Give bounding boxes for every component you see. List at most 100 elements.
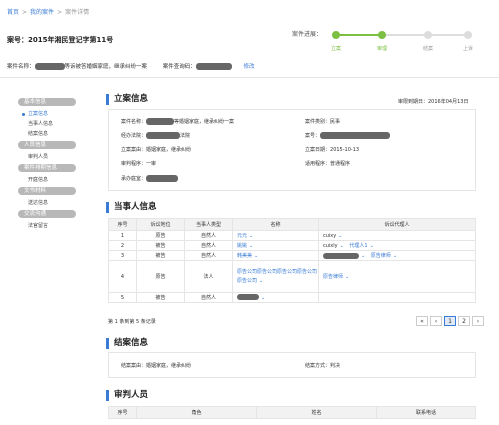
cell-no: 3	[108, 250, 137, 261]
breadcrumb-my-cases[interactable]: 我的案件	[30, 9, 54, 16]
chevron-down-icon[interactable]: ⌄	[338, 233, 342, 239]
redacted-block	[195, 63, 232, 70]
category-value: 民事	[330, 119, 341, 125]
col-name: 姓名	[256, 406, 377, 419]
closing-method-label: 结案方式：	[305, 363, 331, 369]
progress-line-3	[426, 34, 466, 36]
judges-table: 序号 角色 姓名 联系电话	[108, 406, 476, 419]
category-label: 案件类别：	[305, 119, 331, 125]
breadcrumb: 首页 > 我的案件 > 案件详情	[7, 7, 92, 16]
parties-section-title: 当事人信息	[106, 202, 157, 213]
table-row: 2 被告 自然人 姚姚 ⌄ cuixly ⌄ 代理人1 ⌄	[108, 240, 476, 251]
progress-line-1	[334, 34, 380, 36]
judges-section-title: 审判人员	[106, 390, 148, 401]
applicable-procedure-value: 普通程序	[330, 161, 351, 167]
chevron-down-icon[interactable]: ⌄	[249, 243, 253, 249]
chevron-down-icon[interactable]: ⌄	[370, 243, 374, 249]
sidebar-section-basic: 基本信息	[18, 98, 76, 106]
pager-page-2[interactable]: 2	[458, 316, 470, 326]
progress-step-closed: 结案	[422, 46, 433, 52]
divider	[0, 77, 499, 78]
pager-page-1[interactable]: 1	[444, 316, 456, 326]
records-summary: 第 1 条到第 5 条记录	[108, 319, 156, 325]
redacted-block	[323, 252, 359, 259]
sidebar-item-judges[interactable]: 审判人员	[18, 152, 76, 162]
col-no: 序号	[108, 406, 137, 419]
redacted-block	[320, 132, 391, 139]
progress-step-appeal: 上诉	[462, 46, 473, 52]
cell-type: 自然人	[184, 292, 233, 303]
col-type: 当事人类型	[184, 218, 233, 231]
filing-cause-value: 婚姻家庭，继承纠纷	[146, 147, 192, 153]
progress-dot-closed	[424, 31, 432, 39]
cell-role: 被告	[136, 292, 185, 303]
filing-caseno-label: 案号：	[305, 133, 321, 139]
progress-line-2	[380, 34, 426, 36]
chevron-down-icon[interactable]: ⌄	[393, 253, 397, 259]
cell-role: 原告	[136, 260, 185, 293]
progress-dot-appeal	[464, 31, 472, 39]
chevron-down-icon[interactable]: ⌄	[345, 274, 349, 280]
agent-name-link[interactable]: 原告律师	[323, 274, 343, 280]
pager-first[interactable]: «	[416, 316, 428, 326]
agent-name-link[interactable]: 原告律师	[371, 253, 391, 259]
progress-dot-filing	[332, 31, 340, 39]
sidebar-item-filing[interactable]: 立案信息	[18, 109, 76, 119]
filing-section-title: 立案信息	[106, 94, 148, 105]
chevron-down-icon[interactable]: ⌄	[361, 253, 365, 259]
party-name-link[interactable]: 韩美美	[237, 253, 252, 259]
closing-cause-label: 结案案由：	[121, 363, 147, 369]
cell-no: 4	[108, 260, 137, 293]
filing-case-name-label: 案件名称：	[121, 119, 147, 125]
table-row: 1 原告 自然人 元元 ⌄ cuixy ⌄	[108, 230, 476, 241]
applicable-procedure-label: 适用程序：	[305, 161, 331, 167]
breadcrumb-current: 案件详情	[65, 9, 90, 16]
col-agent: 诉讼代理人	[318, 218, 476, 231]
progress-step-trial: 审理	[376, 46, 387, 52]
filing-date-value: 2015-10-13	[330, 147, 360, 153]
progress-dot-trial	[378, 31, 386, 39]
chevron-down-icon[interactable]: ⌄	[340, 243, 344, 249]
table-row: 5 被告 自然人 ⌄	[108, 292, 476, 303]
pager-prev[interactable]: ‹	[430, 316, 442, 326]
sidebar-item-hearing[interactable]: 开庭信息	[18, 175, 76, 185]
col-name: 名称	[232, 218, 319, 231]
sidebar-item-parties[interactable]: 当事人信息	[18, 119, 76, 129]
cell-no: 2	[108, 240, 137, 251]
cell-no: 1	[108, 230, 137, 241]
party-name-link[interactable]: 元元	[237, 233, 247, 239]
sidebar-section-communication: 交流沟通	[18, 210, 76, 218]
modify-link[interactable]: 修改	[244, 64, 255, 70]
review-deadline: 审限到期日：2016年04月13日	[398, 99, 469, 105]
chevron-down-icon[interactable]: ⌄	[249, 233, 253, 239]
cell-type: 自然人	[184, 240, 233, 251]
party-name-link[interactable]: 姚姚	[237, 243, 247, 249]
sidebar-item-messages[interactable]: 法官留言	[18, 221, 76, 231]
chevron-down-icon[interactable]: ⌄	[254, 253, 258, 259]
breadcrumb-home[interactable]: 首页	[7, 9, 19, 16]
closing-info-box: 结案案由：婚姻家庭，继承纠纷 结案方式：判决	[108, 352, 476, 378]
cell-type: 自然人	[184, 230, 233, 241]
col-no: 序号	[108, 218, 137, 231]
redacted-block	[146, 132, 181, 139]
court-room-label: 承办庭室：	[121, 176, 147, 182]
case-name-label: 案件名称：	[7, 64, 35, 70]
sidebar-item-service[interactable]: 送达信息	[18, 198, 76, 208]
cell-type: 自然人	[184, 250, 233, 261]
cell-no: 5	[108, 292, 137, 303]
case-query-code-label: 案件查询码：	[162, 64, 196, 70]
court-value: 法院	[180, 133, 191, 139]
agent-name-link[interactable]: 代理人1	[349, 243, 367, 249]
pager-next[interactable]: ›	[472, 316, 484, 326]
chevron-down-icon[interactable]: ⌄	[261, 295, 265, 301]
parties-table: 序号 诉讼地位 当事人类型 名称 诉讼代理人 1 原告 自然人 元元 ⌄ cuix…	[108, 218, 476, 303]
party-name-link[interactable]: 原告公司原告公司原告公司原告公司原告公司	[237, 269, 317, 284]
sidebar-section-documents: 文书材料	[18, 187, 76, 195]
sidebar-item-closing[interactable]: 结案信息	[18, 129, 76, 139]
chevron-down-icon[interactable]: ⌄	[259, 278, 263, 284]
judges-table-wrap: 序号 角色 姓名 联系电话	[108, 406, 476, 419]
parties-table-wrap: 序号 诉讼地位 当事人类型 名称 诉讼代理人 1 原告 自然人 元元 ⌄ cuix…	[108, 218, 476, 303]
breadcrumb-separator: >	[57, 9, 63, 16]
procedure-value: 一审	[146, 161, 157, 167]
col-role: 角色	[136, 406, 257, 419]
